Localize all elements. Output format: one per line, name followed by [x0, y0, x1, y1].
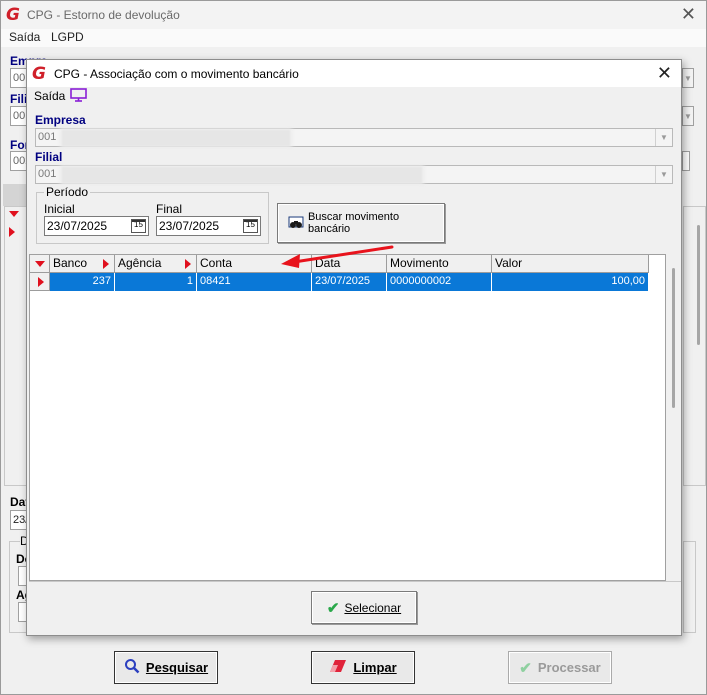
sort-indicator-icon	[103, 259, 109, 269]
movimento-grid[interactable]: Banco Agência Conta Data Movimento Valor…	[29, 254, 666, 581]
processar-button[interactable]: ✔ Processar	[508, 651, 612, 684]
dialog-logo-icon: G	[32, 64, 46, 84]
periodo-groupbox: Período Inicial 23/07/2025 15 Final 23/0…	[36, 185, 269, 244]
dialog-close-icon[interactable]: ✕	[657, 63, 672, 84]
dialog-title: CPG - Associação com o movimento bancári…	[54, 67, 299, 81]
bg-filial-label: Fili	[10, 92, 28, 106]
processar-label: Processar	[537, 660, 601, 675]
search-icon	[124, 658, 140, 678]
bg-menubar: Saída LGPD	[1, 29, 706, 47]
limpar-button[interactable]: Limpar	[311, 651, 415, 684]
bg-grid-indicator-column	[4, 206, 27, 486]
divider	[29, 581, 681, 582]
bg-window-title: CPG - Estorno de devolução	[27, 8, 180, 22]
eraser-icon	[329, 659, 347, 677]
col-header-movimento-label: Movimento	[390, 256, 449, 270]
limpar-label: Limpar	[353, 660, 397, 675]
col-header-agencia[interactable]: Agência	[115, 255, 197, 273]
calendar-icon[interactable]: 15	[243, 219, 258, 233]
filial-redacted	[62, 167, 422, 183]
cell-conta[interactable]: 08421	[197, 273, 312, 291]
bg-grid-right-edge	[683, 206, 706, 486]
sort-down-icon	[35, 261, 45, 267]
empresa-code: 001	[38, 131, 57, 143]
sort-indicator-icon	[185, 259, 191, 269]
bg-grid-header	[3, 184, 27, 206]
selecionar-button[interactable]: ✔ Selecionar	[311, 591, 417, 624]
bg-fornecedor-field-end[interactable]	[682, 151, 690, 171]
cell-valor[interactable]: 100,00	[492, 273, 649, 291]
bg-grid-scrollbar[interactable]	[697, 225, 700, 345]
col-header-banco[interactable]: Banco	[50, 255, 115, 273]
associacao-dialog: G CPG - Associação com o movimento bancá…	[26, 59, 682, 636]
dialog-menu-saida[interactable]: Saída	[34, 89, 65, 103]
bg-titlebar: G CPG - Estorno de devolução ✕	[1, 1, 706, 29]
pesquisar-button[interactable]: Pesquisar	[114, 651, 218, 684]
col-header-valor-label: Valor	[495, 256, 523, 270]
periodo-legend: Período	[44, 185, 91, 199]
app-logo-icon: G	[6, 5, 20, 25]
pesquisar-label: Pesquisar	[145, 660, 209, 675]
empresa-redacted	[62, 130, 290, 146]
selecionar-label: Selecionar	[344, 600, 402, 615]
annotation-arrow-icon	[281, 245, 394, 268]
grid-vertical-scrollbar[interactable]	[667, 254, 681, 581]
bg-empresa-dropdown-icon[interactable]: ▼	[682, 68, 694, 88]
inicial-label: Inicial	[44, 202, 75, 216]
bg-filial-dropdown-icon[interactable]: ▼	[682, 106, 694, 126]
buscar-movimento-button[interactable]: Buscar movimento bancário	[277, 203, 445, 243]
chevron-down-icon[interactable]: ▼	[655, 166, 672, 183]
bg-group-box-right	[683, 541, 696, 633]
dialog-titlebar: G CPG - Associação com o movimento bancá…	[27, 60, 681, 87]
cell-movimento[interactable]: 0000000002	[387, 273, 492, 291]
col-header-conta-label: Conta	[200, 256, 233, 270]
bg-grid-row-indicator-icon	[9, 227, 15, 237]
empresa-label: Empresa	[35, 113, 86, 127]
buscar-label: Buscar movimento bancário	[307, 211, 400, 235]
row-indicator[interactable]	[30, 273, 50, 291]
col-header-valor[interactable]: Valor	[492, 255, 649, 273]
dialog-menubar: Saída	[27, 87, 681, 107]
filial-code: 001	[38, 168, 57, 180]
bg-grid-sort-icon	[9, 211, 19, 217]
calendar-icon[interactable]: 15	[131, 219, 146, 233]
monitor-icon[interactable]	[70, 88, 87, 102]
bg-menu-lgpd[interactable]: LGPD	[51, 30, 84, 44]
col-header-agencia-label: Agência	[118, 256, 162, 270]
scrollbar-thumb[interactable]	[672, 268, 675, 408]
inicial-date-field[interactable]: 23/07/2025 15	[44, 216, 149, 236]
inicial-date-value: 23/07/2025	[47, 219, 108, 233]
cell-agencia[interactable]: 1	[115, 273, 197, 291]
current-row-icon	[38, 277, 44, 287]
check-icon: ✔	[326, 599, 340, 617]
grid-sort-indicator[interactable]	[30, 255, 50, 273]
empresa-combo[interactable]: 001 ▼	[35, 128, 673, 147]
final-date-value: 23/07/2025	[159, 219, 220, 233]
col-header-banco-label: Banco	[53, 256, 88, 270]
cell-banco[interactable]: 237	[50, 273, 115, 291]
binoculars-icon	[288, 216, 304, 228]
chevron-down-icon[interactable]: ▼	[655, 129, 672, 146]
bg-close-icon[interactable]: ✕	[681, 4, 696, 25]
col-header-movimento[interactable]: Movimento	[387, 255, 492, 273]
filial-label: Filial	[35, 150, 63, 164]
bg-menu-saida[interactable]: Saída	[9, 30, 40, 44]
cell-data[interactable]: 23/07/2025	[312, 273, 387, 291]
final-label: Final	[156, 202, 183, 216]
check-icon: ✔	[519, 659, 532, 677]
filial-combo[interactable]: 001 ▼	[35, 165, 673, 184]
final-date-field[interactable]: 23/07/2025 15	[156, 216, 261, 236]
